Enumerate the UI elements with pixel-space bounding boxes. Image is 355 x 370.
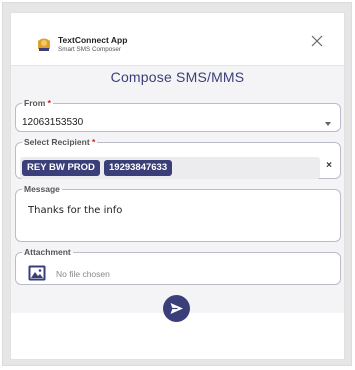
from-select[interactable]: From * 12063153530 [15, 98, 341, 132]
send-button[interactable] [163, 295, 190, 322]
message-field[interactable]: Message [15, 184, 341, 242]
recipient-label: Select Recipient * [24, 137, 96, 147]
app-title: TextConnect App [58, 35, 128, 45]
recipient-chip[interactable]: REY BW PROD [22, 160, 100, 176]
send-icon [170, 303, 183, 314]
dialog-header: TextConnect App Smart SMS Composer [11, 13, 344, 65]
from-value: 12063153530 [22, 117, 84, 128]
recipient-chip[interactable]: 19293847633 [104, 160, 173, 176]
recipient-select[interactable]: Select Recipient * REY BW PROD 192938476… [15, 137, 341, 179]
modal-backdrop: TextConnect App Smart SMS Composer Compo… [2, 2, 352, 366]
from-label: From * [24, 98, 51, 108]
app-subtitle: Smart SMS Composer [58, 46, 121, 53]
message-label: Message [24, 184, 60, 194]
message-input[interactable] [28, 205, 318, 241]
recipient-chip-row[interactable]: REY BW PROD 19293847633 × [20, 157, 332, 179]
page-title: Compose SMS/MMS [110, 69, 245, 85]
close-button[interactable] [310, 34, 324, 48]
chevron-down-icon[interactable] [325, 122, 331, 126]
file-status: No file chosen [56, 269, 110, 279]
compose-form: Compose SMS/MMS From * 12063153530 Selec… [11, 65, 344, 322]
compose-dialog: TextConnect App Smart SMS Composer Compo… [10, 12, 345, 360]
clear-recipients-button[interactable]: × [326, 160, 332, 171]
attachment-label: Attachment [24, 247, 71, 257]
app-logo-icon [38, 38, 50, 51]
close-icon [311, 35, 323, 47]
image-icon[interactable] [28, 265, 46, 281]
attachment-field[interactable]: Attachment No file chosen [15, 247, 341, 285]
